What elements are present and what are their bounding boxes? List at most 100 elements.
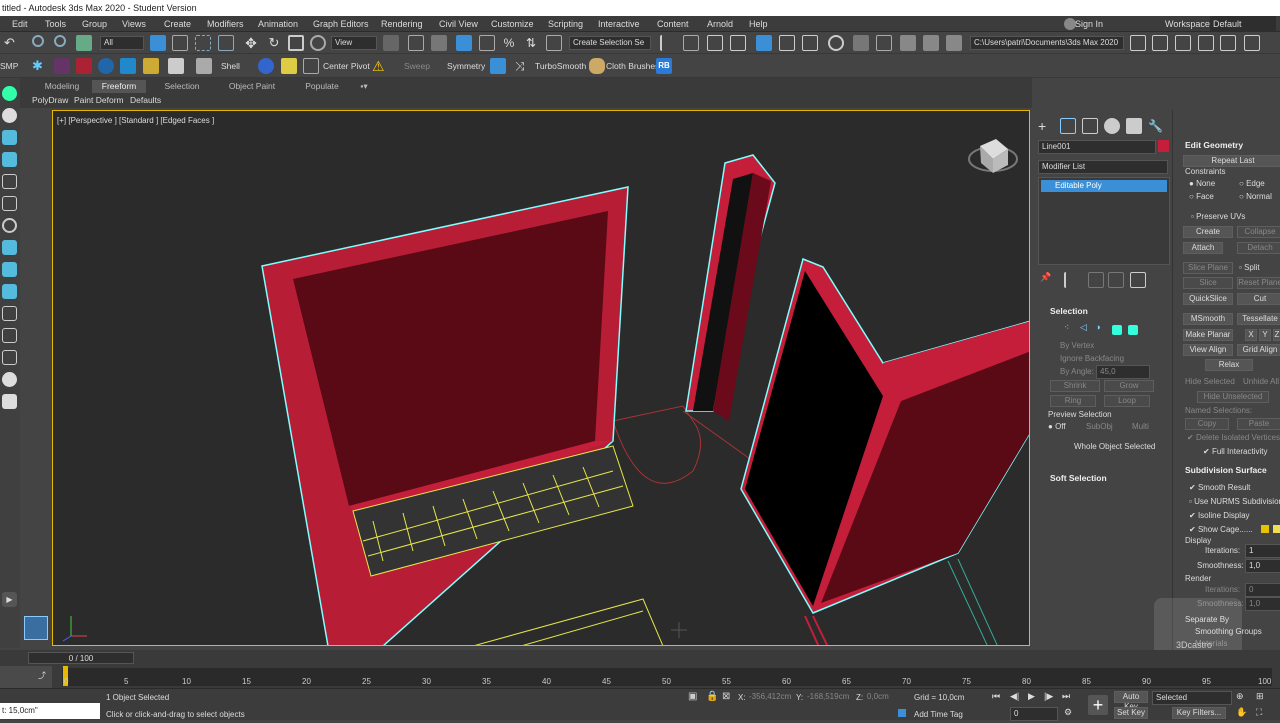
element-mode-icon[interactable] bbox=[1128, 325, 1138, 335]
absolute-mode-icon[interactable]: ⊠ bbox=[722, 691, 738, 707]
ring-tool-icon[interactable] bbox=[2, 218, 17, 233]
edit-geometry-header[interactable]: Edit Geometry bbox=[1185, 140, 1243, 150]
edge-mode-icon[interactable]: ◁ bbox=[1080, 322, 1096, 338]
mirror-icon[interactable] bbox=[660, 35, 676, 51]
by-angle-spinner[interactable]: 45,0 bbox=[1096, 365, 1150, 379]
selection-rollout-header[interactable]: Selection bbox=[1050, 306, 1088, 316]
unhide-all-button[interactable]: Unhide All bbox=[1243, 377, 1279, 386]
play-icon[interactable]: ▶ bbox=[1028, 691, 1044, 707]
grid-tool-icon[interactable] bbox=[2, 262, 17, 277]
menu-create[interactable]: Create bbox=[164, 16, 191, 32]
layer-explorer-icon[interactable] bbox=[730, 35, 746, 51]
scene-tool-icon[interactable] bbox=[2, 130, 17, 145]
toolbar-icon-b[interactable] bbox=[1175, 35, 1191, 51]
grid-align-button[interactable]: Grid Align bbox=[1237, 344, 1280, 356]
menu-arnold[interactable]: Arnold bbox=[707, 16, 733, 32]
turbosmooth-button[interactable]: TurboSmooth bbox=[535, 59, 586, 73]
modifier-list-dropdown[interactable]: Modifier List bbox=[1038, 160, 1168, 174]
menu-modifiers[interactable]: Modifiers bbox=[207, 16, 244, 32]
tab-modeling[interactable]: Modeling bbox=[36, 80, 88, 93]
current-frame-field[interactable]: 0 bbox=[1010, 707, 1058, 721]
plugin-icon-2[interactable] bbox=[54, 58, 70, 74]
tab-freeform[interactable]: Freeform bbox=[92, 80, 146, 93]
make-unique-icon[interactable] bbox=[1088, 272, 1104, 288]
menu-views[interactable]: Views bbox=[122, 16, 146, 32]
modify-tab-icon[interactable] bbox=[1060, 118, 1076, 134]
time-slider[interactable]: 0 / 100 bbox=[28, 652, 134, 664]
plugin-icon-4[interactable] bbox=[98, 58, 114, 74]
zoom-icon[interactable]: ⊕ bbox=[1236, 691, 1252, 707]
go-to-start-icon[interactable]: ⏮ bbox=[992, 691, 1008, 707]
quickslice-button[interactable]: QuickSlice bbox=[1183, 293, 1233, 305]
smooth-result-checkbox[interactable]: ✔ Smooth Result bbox=[1189, 483, 1250, 492]
center-pivot-button[interactable]: Center Pivot bbox=[323, 59, 370, 73]
planar-z-button[interactable]: Z bbox=[1273, 329, 1280, 341]
keyboard-shortcut-icon[interactable] bbox=[431, 35, 447, 51]
detach-button[interactable]: Detach bbox=[1237, 242, 1280, 254]
key-filters-button[interactable]: Key Filters... bbox=[1172, 707, 1226, 719]
use-nurms-checkbox[interactable]: ▫ Use NURMS Subdivision bbox=[1189, 497, 1280, 506]
select-object-icon[interactable] bbox=[150, 35, 166, 51]
create-tab-icon[interactable]: + bbox=[1038, 118, 1054, 134]
frame-tool-icon[interactable] bbox=[2, 328, 17, 343]
cone-tool-icon[interactable] bbox=[2, 152, 17, 167]
set-key-button[interactable]: Set Key bbox=[1114, 707, 1148, 719]
relax-button[interactable]: Relax bbox=[1205, 359, 1253, 371]
sign-in-button[interactable]: Sign In bbox=[1075, 16, 1103, 32]
render-iterations-spinner[interactable]: 0 bbox=[1245, 583, 1280, 597]
menu-customize[interactable]: Customize bbox=[491, 16, 534, 32]
soft-selection-rollout-header[interactable]: Soft Selection bbox=[1050, 473, 1107, 483]
angle-snap-icon[interactable] bbox=[479, 35, 495, 51]
ribbon-toggle-icon[interactable] bbox=[756, 35, 772, 51]
z-coordinate-field[interactable]: 0,0cm bbox=[864, 691, 904, 705]
constraint-none-radio[interactable]: ● None bbox=[1189, 179, 1215, 188]
copy-button[interactable]: Copy bbox=[1185, 418, 1229, 430]
menu-animation[interactable]: Animation bbox=[258, 16, 298, 32]
repeat-last-button[interactable]: Repeat Last bbox=[1183, 155, 1280, 167]
window-crossing-icon[interactable] bbox=[218, 35, 234, 51]
viewport-layout-icon[interactable] bbox=[24, 616, 48, 640]
iterations-spinner[interactable]: 1 bbox=[1245, 544, 1280, 558]
expand-arrow-icon[interactable]: ▶ bbox=[2, 592, 17, 607]
render-setup-icon[interactable] bbox=[853, 35, 869, 51]
project-path-dropdown[interactable]: C:\Users\patri\Documents\3ds Max 2020 bbox=[970, 36, 1124, 50]
subtab-paint-deform[interactable]: Paint Deform bbox=[74, 94, 124, 106]
menu-edit[interactable]: Edit bbox=[12, 16, 28, 32]
time-tag-icon[interactable] bbox=[898, 709, 906, 717]
reset-plane-button[interactable]: Reset Plane bbox=[1237, 277, 1280, 289]
loop-button[interactable]: Loop bbox=[1104, 395, 1150, 407]
shell-icon[interactable] bbox=[196, 58, 212, 74]
polygon-mode-icon[interactable] bbox=[1112, 325, 1122, 335]
pin-stack-icon[interactable]: 📌 bbox=[1040, 272, 1056, 288]
show-cage-checkbox[interactable]: ✔ Show Cage...... bbox=[1189, 525, 1253, 534]
slice-button[interactable]: Slice bbox=[1183, 277, 1233, 289]
panel-tool-icon[interactable] bbox=[2, 306, 17, 321]
zoom-all-icon[interactable]: ⊞ bbox=[1256, 691, 1272, 707]
menu-rendering[interactable]: Rendering bbox=[381, 16, 423, 32]
pivot-center-icon[interactable] bbox=[383, 35, 399, 51]
menu-civil-view[interactable]: Civil View bbox=[439, 16, 478, 32]
plugin-icon-6[interactable] bbox=[143, 58, 159, 74]
menu-help[interactable]: Help bbox=[749, 16, 768, 32]
align-icon[interactable] bbox=[683, 35, 699, 51]
project-folder-icon[interactable] bbox=[1130, 35, 1146, 51]
rb-button[interactable]: RB bbox=[656, 58, 672, 74]
spinner-snap-icon[interactable]: ⇅ bbox=[523, 35, 539, 51]
menu-interactive[interactable]: Interactive bbox=[598, 16, 640, 32]
show-end-result-icon[interactable] bbox=[1064, 272, 1068, 288]
turbosmooth-icon[interactable]: ⤨ bbox=[515, 58, 531, 74]
paste-button[interactable]: Paste bbox=[1237, 418, 1280, 430]
make-planar-button[interactable]: Make Planar bbox=[1183, 329, 1233, 341]
utilities-tab-icon[interactable]: 🔧 bbox=[1148, 118, 1164, 134]
stack-item-editable-poly[interactable]: Editable Poly bbox=[1041, 180, 1167, 192]
maximize-viewport-icon[interactable]: ⛶ bbox=[1256, 707, 1272, 723]
slice-plane-button[interactable]: Slice Plane bbox=[1183, 262, 1233, 274]
menu-tools[interactable]: Tools bbox=[45, 16, 66, 32]
go-to-end-icon[interactable]: ⏭ bbox=[1062, 691, 1078, 707]
plugin-icon-7[interactable] bbox=[168, 58, 184, 74]
cloth-brush-icon[interactable] bbox=[589, 58, 605, 74]
cloth-brushes-button[interactable]: Cloth Brushes bbox=[606, 59, 659, 73]
toolbar-icon-c[interactable] bbox=[1198, 35, 1214, 51]
render-cloud-icon[interactable] bbox=[946, 35, 962, 51]
link-icon[interactable] bbox=[32, 35, 44, 47]
